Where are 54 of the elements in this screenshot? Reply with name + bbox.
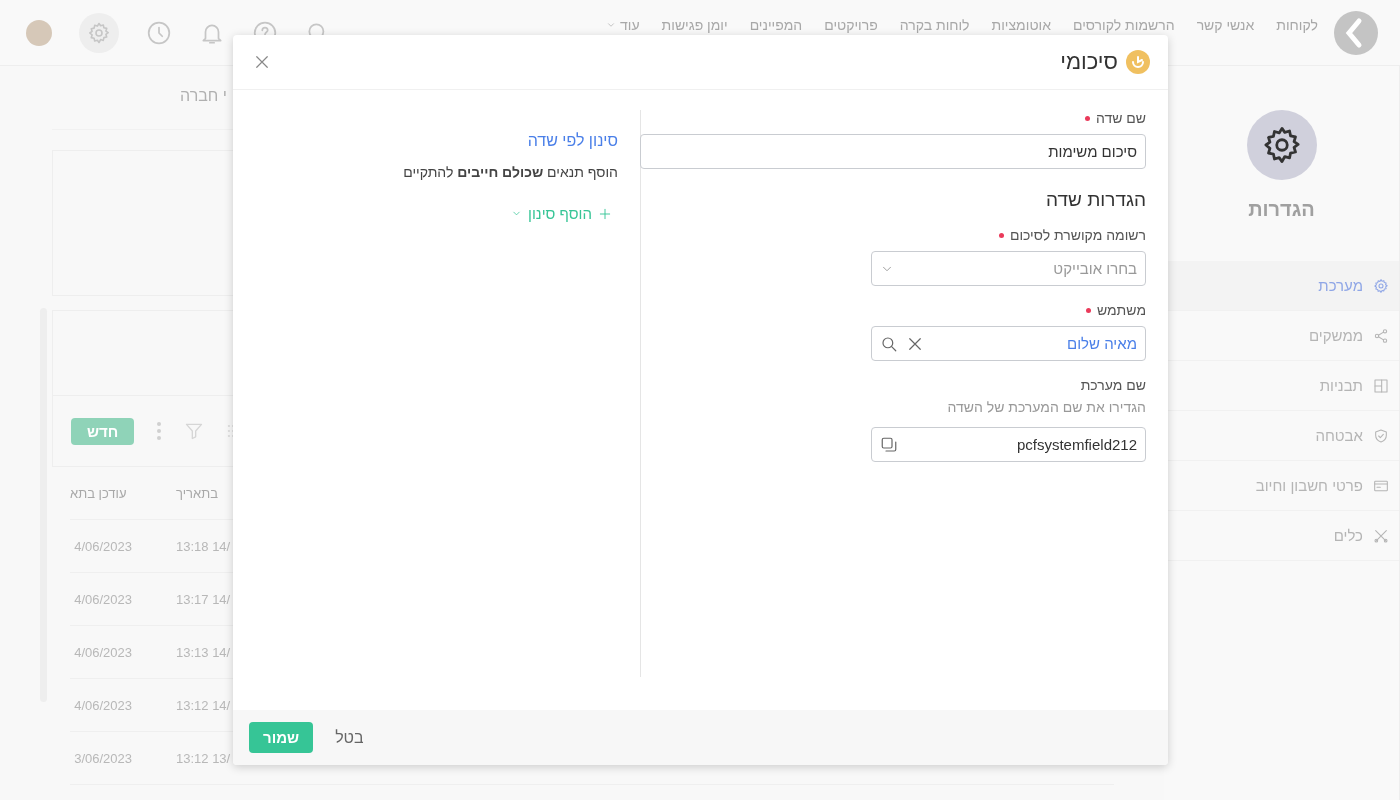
user-field[interactable]: מאיה שלום (871, 326, 1146, 361)
nav-link[interactable]: פרויקטים (824, 16, 878, 33)
filter-title: סינון לפי שדה (527, 132, 618, 150)
settings-icon[interactable] (79, 12, 119, 53)
field-label: משתמש (1085, 302, 1146, 318)
close-icon[interactable] (253, 53, 271, 71)
field-label: שם מערכת (1080, 377, 1146, 393)
table-cell-text: 4/06/2023 (73, 644, 132, 660)
nav-link[interactable]: לקוחות (1276, 16, 1318, 33)
sidebar-title: הגדרות (1248, 198, 1315, 221)
gear-icon (1373, 277, 1389, 294)
clock-icon[interactable] (146, 19, 172, 46)
layout-icon (1373, 377, 1389, 394)
share-icon (1373, 327, 1389, 344)
new-button[interactable]: חדש (71, 417, 135, 445)
table-cell: 13:13 14/ (176, 644, 231, 660)
table-cell: 13:18 14/ (176, 538, 231, 554)
tools-icon (1373, 527, 1389, 544)
table-cell: 13:17 14/ (176, 591, 231, 607)
search-icon[interactable] (880, 334, 898, 353)
save-button[interactable]: שמור (249, 722, 314, 753)
copy-icon[interactable] (880, 435, 898, 454)
text-field[interactable]: סיכום משימות (640, 134, 1146, 169)
column-header[interactable]: בתאריך (176, 485, 218, 501)
nav-link[interactable]: לוחות בקרה (899, 16, 970, 33)
shield-icon (1373, 427, 1389, 444)
field-label: רשומה מקושרת לסיכום (998, 227, 1146, 243)
filter-icon[interactable] (184, 421, 205, 441)
nav-link[interactable]: יומן פגישות (661, 16, 728, 33)
nav-link[interactable]: המפיינים (749, 16, 803, 33)
logo-icon[interactable] (1334, 10, 1378, 55)
table-cell-text: 4/06/2023 (73, 538, 132, 554)
summary-icon (1126, 50, 1150, 74)
cancel-button[interactable]: בטל (329, 727, 370, 748)
table-cell-text: 4/06/2023 (73, 591, 132, 607)
column-header[interactable]: עודכן בתא (70, 485, 132, 501)
nav-link[interactable]: הרשמות לקורסים (1072, 16, 1175, 33)
table-cell: 13:12 13/ (176, 750, 231, 766)
field-hint: הגדירו את שם המערכת של השדה (947, 399, 1146, 415)
table-cell-text: 4/06/2023 (73, 697, 132, 713)
system-name-field[interactable]: pcfsystemfield212 (871, 427, 1146, 462)
add-filter-button[interactable]: הוסף סינון (511, 205, 612, 222)
avatar[interactable] (26, 19, 52, 46)
table-cell: 13:12 14/ (176, 697, 231, 713)
user-name[interactable]: מאיה שלום (1067, 335, 1137, 352)
table-cell-text: 3/06/2023 (73, 750, 132, 766)
more-icon[interactable] (156, 421, 163, 441)
select-field[interactable]: בחרו אובייקט (871, 251, 1146, 286)
nav-link[interactable]: אנשי קשר (1196, 16, 1255, 33)
section-heading: הגדרות שדה (1046, 189, 1146, 211)
filter-description: הוסף תנאים שכולם חייבים להתקיים (403, 164, 618, 180)
nav-link[interactable]: עוד (606, 16, 640, 33)
nav-link[interactable]: אוטומציות (991, 16, 1051, 33)
plus-icon (598, 206, 612, 221)
